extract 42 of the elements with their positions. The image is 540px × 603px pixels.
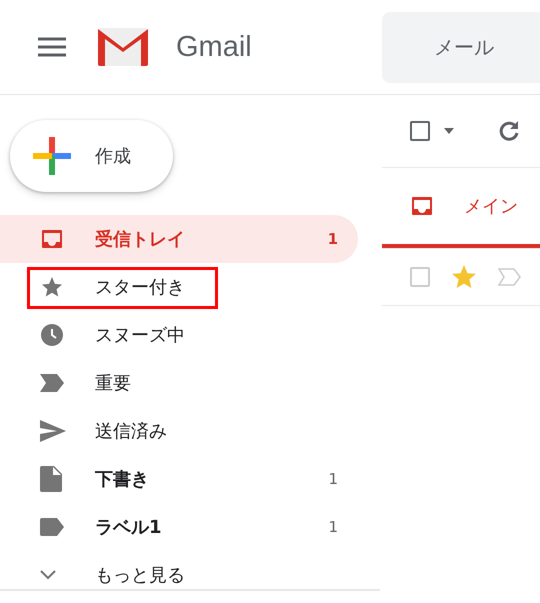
unread-count: 1 xyxy=(328,470,338,488)
search-input[interactable]: メール xyxy=(432,34,540,60)
nav-item[interactable]: もっと見る xyxy=(0,551,358,589)
envelope-logo-icon xyxy=(96,27,150,67)
chevron-down-icon xyxy=(40,570,56,580)
message-checkbox[interactable] xyxy=(410,267,430,287)
nav-label: 受信トレイ xyxy=(95,228,186,251)
star-icon xyxy=(40,275,64,299)
nav-label: スター付き xyxy=(95,276,186,299)
nav-item[interactable]: 下書き 1 xyxy=(0,455,358,503)
nav-label: 下書き xyxy=(95,468,150,491)
label-icon xyxy=(40,518,64,536)
document-icon xyxy=(40,466,62,492)
unread-count: 1 xyxy=(328,518,338,536)
nav-item[interactable]: スター付き xyxy=(0,263,358,311)
compose-button[interactable]: 作成 xyxy=(10,120,173,192)
category-tab[interactable]: メイン xyxy=(382,168,540,248)
nav-item[interactable]: スヌーズ中 xyxy=(0,311,358,359)
plus-icon xyxy=(33,137,71,175)
nav-label: スヌーズ中 xyxy=(95,324,186,347)
refresh-button[interactable] xyxy=(498,120,520,142)
nav-item[interactable]: 送信済み xyxy=(0,407,358,455)
select-checkbox[interactable] xyxy=(410,121,430,141)
nav-item[interactable]: 重要 xyxy=(0,359,358,407)
inbox-icon xyxy=(40,227,64,251)
nav-label: 重要 xyxy=(95,372,132,395)
importance-marker-icon[interactable] xyxy=(498,268,522,286)
caret-icon[interactable] xyxy=(444,128,454,134)
star-icon[interactable] xyxy=(452,265,476,289)
search-bar[interactable]: メール xyxy=(382,12,540,82)
inbox-icon xyxy=(410,194,434,218)
unread-count: 1 xyxy=(328,230,338,248)
nav-label: もっと見る xyxy=(95,564,186,587)
send-icon xyxy=(40,420,66,442)
menu-button[interactable] xyxy=(38,37,66,57)
nav-label: ラベル1 xyxy=(95,516,163,539)
app-name: Gmail xyxy=(176,30,252,64)
nav-item[interactable]: 受信トレイ 1 xyxy=(0,215,358,263)
importance-marker-icon xyxy=(40,374,64,392)
clock-icon xyxy=(40,323,64,347)
nav-item[interactable]: ラベル1 1 xyxy=(0,503,358,551)
nav-label: 送信済み xyxy=(95,420,168,443)
